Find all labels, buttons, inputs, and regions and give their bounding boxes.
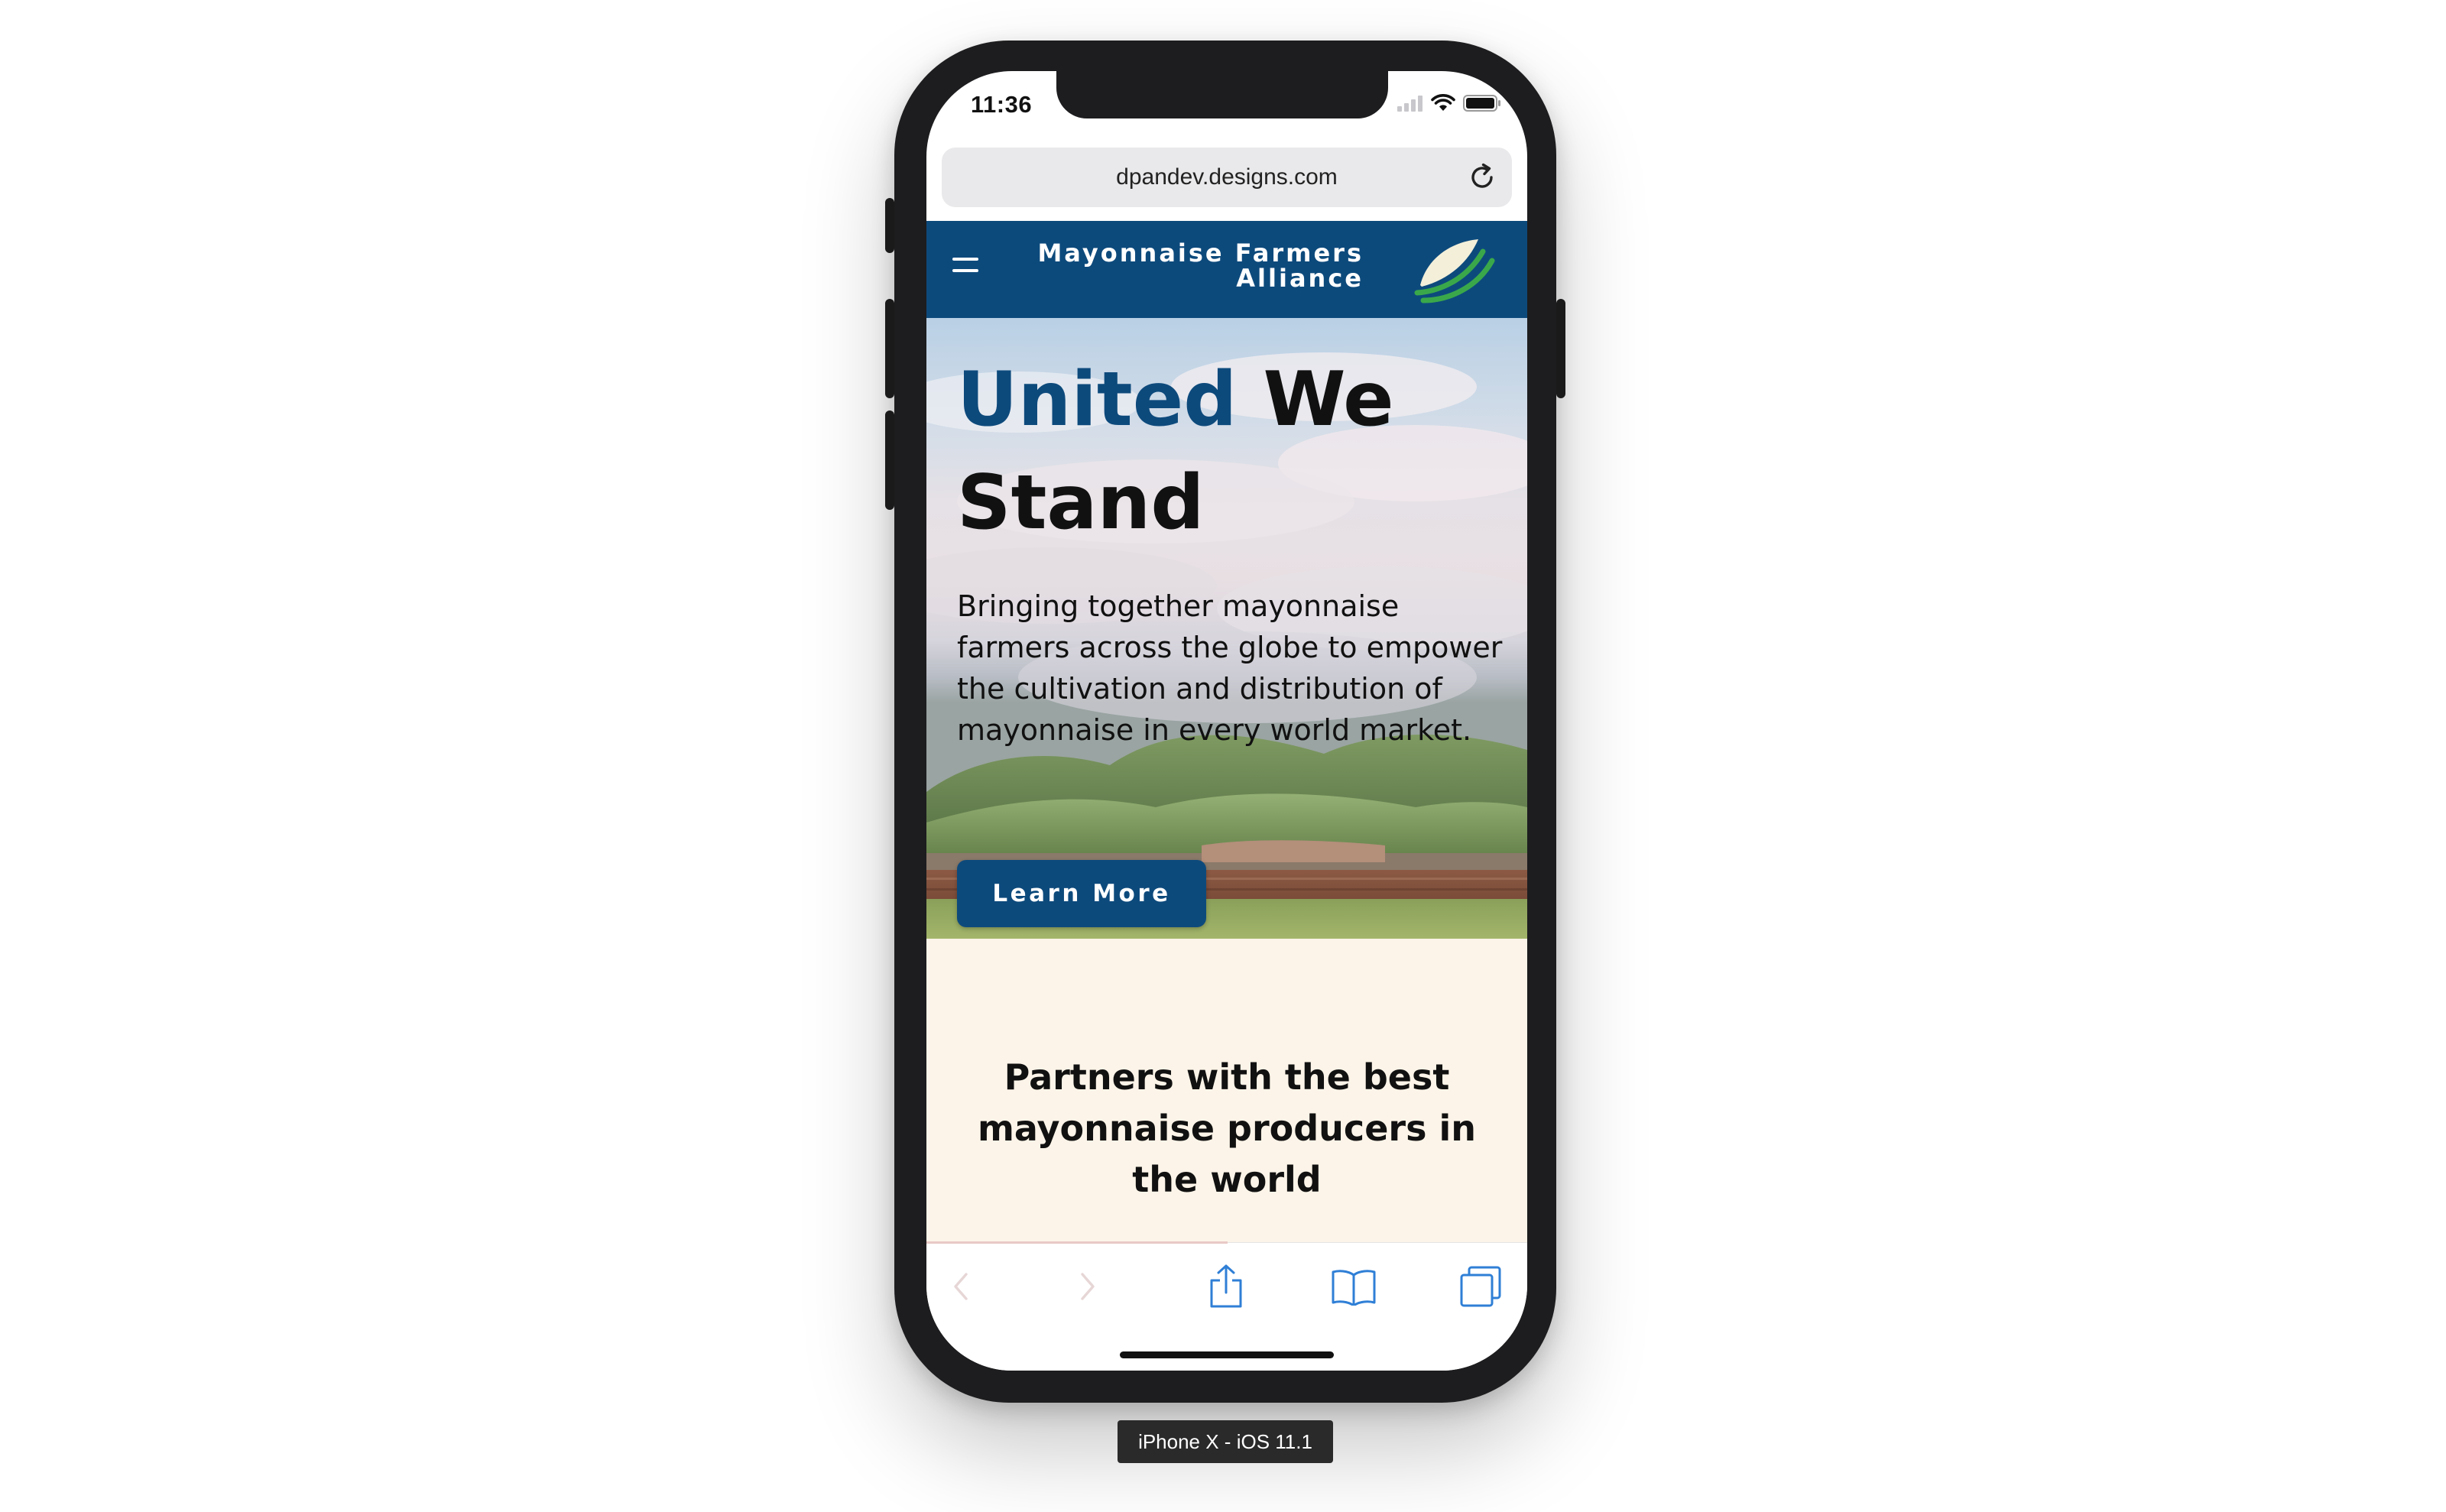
silent-switch xyxy=(885,198,894,253)
site-brand[interactable]: Mayonnaise Farmers Alliance xyxy=(1037,241,1364,291)
page-load-progress xyxy=(926,1241,1228,1244)
hero-title-accent: United xyxy=(957,356,1238,443)
power-button xyxy=(1556,299,1565,398)
simulator-device-label: iPhone X - iOS 11.1 xyxy=(1118,1420,1333,1463)
hero-description: Bringing together mayonnaise farmers acr… xyxy=(957,589,1503,747)
tabs-icon xyxy=(1460,1266,1501,1307)
notch xyxy=(1056,71,1388,118)
brand-line-1: Mayonnaise Farmers xyxy=(1037,238,1364,268)
partners-heading: Partners with the best mayonnaise produc… xyxy=(978,1056,1476,1200)
share-button[interactable] xyxy=(1199,1260,1253,1313)
partners-section: Partners with the best mayonnaise produc… xyxy=(926,939,1527,1283)
volume-up-button xyxy=(885,299,894,398)
phone-screen: 11:36 dpandev.designs.com Mayonnaise Far… xyxy=(926,71,1527,1371)
hero-title: United We Stand xyxy=(957,349,1507,555)
volume-down-button xyxy=(885,410,894,510)
hero-title-line1-rest: We xyxy=(1263,356,1394,443)
leaf-logo-icon[interactable] xyxy=(1413,235,1498,305)
share-icon xyxy=(1210,1264,1242,1308)
learn-more-button[interactable]: Learn More xyxy=(957,860,1206,927)
menu-icon[interactable] xyxy=(952,258,978,279)
back-button[interactable] xyxy=(934,1260,988,1313)
forward-icon xyxy=(1081,1273,1095,1300)
reload-icon[interactable] xyxy=(1466,161,1498,193)
battery-icon xyxy=(1463,95,1500,112)
bookmarks-icon xyxy=(1332,1270,1376,1306)
status-icons xyxy=(1397,94,1501,112)
wifi-icon xyxy=(1431,94,1455,111)
home-indicator[interactable] xyxy=(1120,1351,1334,1358)
forward-button[interactable] xyxy=(1061,1260,1114,1313)
bookmarks-button[interactable] xyxy=(1327,1260,1380,1313)
site-header: Mayonnaise Farmers Alliance xyxy=(926,221,1527,318)
status-time: 11:36 xyxy=(971,91,1033,118)
brand-line-2: Alliance xyxy=(1236,264,1364,293)
iphone-frame: 11:36 dpandev.designs.com Mayonnaise Far… xyxy=(885,41,1565,1403)
url-text: dpandev.designs.com xyxy=(1116,164,1338,190)
simulator-stage: 11:36 dpandev.designs.com Mayonnaise Far… xyxy=(0,0,2446,1512)
signal-icon xyxy=(1397,96,1423,112)
hero-title-line2: Stand xyxy=(957,459,1205,547)
back-icon xyxy=(954,1273,968,1300)
hero-section: United We Stand Bringing together mayonna… xyxy=(926,318,1527,939)
address-bar[interactable]: dpandev.designs.com xyxy=(942,148,1512,207)
tabs-button[interactable] xyxy=(1454,1260,1507,1313)
